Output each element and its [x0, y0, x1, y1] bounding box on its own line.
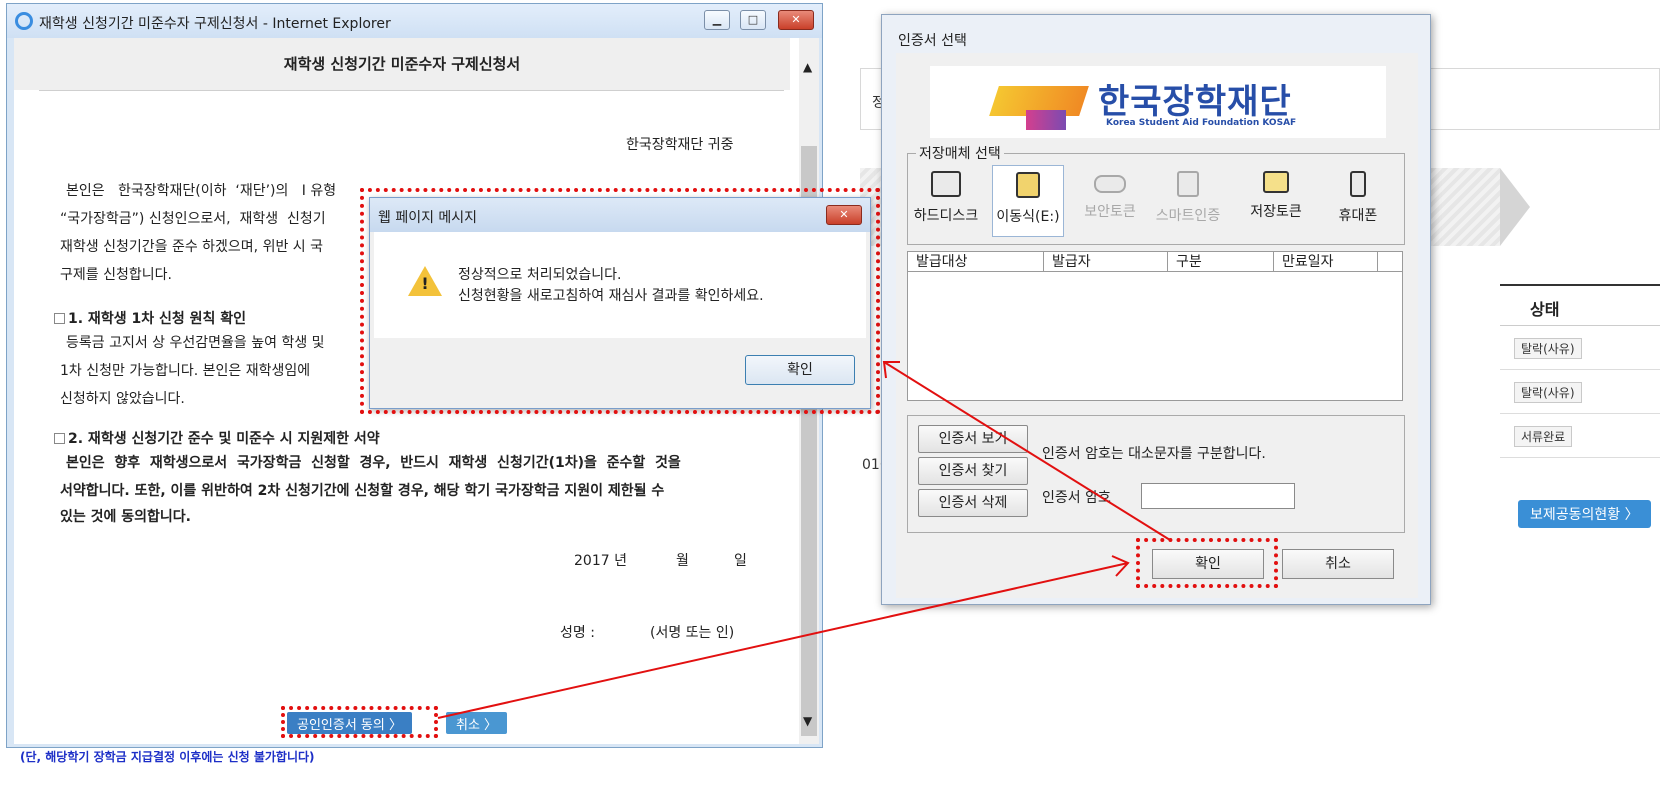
divider: [39, 90, 784, 91]
view-cert-button[interactable]: 인증서 보기: [918, 425, 1028, 453]
find-cert-button[interactable]: 인증서 찾기: [918, 457, 1028, 485]
page-title: 재학생 신청기간 미준수자 구제신청서: [14, 38, 790, 90]
dialog-inner: 한국장학재단 Korea Student Aid Foundation KOSA…: [896, 53, 1418, 598]
close-button[interactable]: ✕: [778, 10, 814, 30]
password-input[interactable]: [1141, 483, 1295, 509]
password-note: 인증서 암호는 대소문자를 구분합니다.: [1042, 446, 1266, 462]
scroll-up-icon[interactable]: ▲: [803, 60, 812, 74]
para1-line: 구제를 신청합니다.: [60, 267, 172, 283]
storage-token-icon: [1263, 171, 1289, 193]
minimize-button[interactable]: ▁: [704, 10, 730, 30]
cert-list[interactable]: 발급대상 발급자 구분 만료일자: [907, 251, 1403, 401]
logo-subtext: Korea Student Aid Foundation KOSAF: [1106, 118, 1297, 128]
para1-line: 본인은 한국장학재단(이하 ‘재단’)의 I 유형: [66, 183, 337, 199]
mobile-phone-icon: [1350, 171, 1366, 197]
maximize-button[interactable]: □: [740, 10, 766, 30]
checkbox-icon: [54, 433, 65, 444]
media-harddisk[interactable]: 하드디스크: [910, 165, 982, 237]
para1-line: “국가장학금”) 신청인으로서, 재학생 신청기: [60, 211, 326, 227]
dialog-title: 인증서 선택: [898, 33, 967, 49]
highlight-cert-agree: [281, 706, 438, 738]
date-year: 2017 년: [574, 553, 627, 569]
table-row: 서류완료: [1500, 414, 1660, 458]
security-token-icon: [1094, 175, 1126, 193]
cert-select-dialog: 인증서 선택 한국장학재단 Korea Student Aid Foundati…: [881, 14, 1431, 605]
section1-line: 1차 신청만 가능합니다. 본인은 재학생임에: [60, 363, 311, 379]
smart-auth-icon: [1177, 171, 1199, 197]
status-badge[interactable]: 탈락(사유): [1514, 382, 1582, 403]
kosaf-logo: 한국장학재단 Korea Student Aid Foundation KOSA…: [930, 66, 1386, 138]
scroll-down-icon[interactable]: ▼: [803, 714, 812, 728]
media-storage-token[interactable]: 저장토큰: [1240, 165, 1312, 237]
column-header[interactable]: 발급대상: [908, 252, 1044, 272]
chevron-arrow-icon: [1500, 168, 1530, 246]
delete-cert-button[interactable]: 인증서 삭제: [918, 489, 1028, 517]
logo-text: 한국장학재단: [1098, 82, 1292, 122]
checkbox-icon: [54, 313, 65, 324]
section2-line: 본인은 향후 재학생으로서 국가장학금 신청할 경우, 반드시 재학생 신청기간…: [66, 455, 681, 471]
consent-status-link[interactable]: 보제공동의현황 〉: [1518, 500, 1651, 528]
highlight-cert-ok: [1136, 538, 1278, 588]
cancel-button[interactable]: 취소 〉: [446, 712, 508, 734]
date-day: 일: [734, 553, 747, 569]
window-title: 재학생 신청기간 미준수자 구제신청서 - Internet Explorer: [39, 16, 391, 32]
column-header[interactable]: 만료일자: [1274, 252, 1378, 272]
harddisk-icon: [931, 171, 961, 197]
logo-mark-icon: [1026, 110, 1066, 130]
date-month: 월: [676, 553, 689, 569]
media-removable[interactable]: 이동식(E:): [992, 165, 1064, 237]
highlight-message-dialog: [360, 188, 880, 414]
media-mobile-phone[interactable]: 휴대폰: [1322, 165, 1394, 237]
footnote: (단, 해당학기 장학금 지급결정 이후에는 신청 불가합니다): [20, 750, 315, 764]
ie-titlebar: 재학생 신청기간 미준수자 구제신청서 - Internet Explorer …: [7, 4, 822, 38]
storage-legend: 저장매체 선택: [916, 143, 1004, 163]
usb-drive-icon: [1016, 172, 1040, 198]
ie-logo-icon: [15, 12, 33, 30]
status-badge[interactable]: 탈락(사유): [1514, 338, 1582, 359]
sign-label: 성명 :: [560, 625, 595, 641]
table-row: 탈락(사유): [1500, 370, 1660, 414]
section1-line: 등록금 고지서 상 우선감면율을 높여 학생 및: [66, 335, 325, 351]
media-smart-auth[interactable]: 스마트인증: [1152, 165, 1224, 237]
section2-line: 있는 것에 동의합니다.: [60, 509, 191, 525]
addressee: 한국장학재단 귀중: [626, 137, 734, 153]
section1-line: 신청하지 않았습니다.: [60, 391, 185, 407]
password-label: 인증서 암호: [1042, 490, 1111, 506]
status-badge: 서류완료: [1514, 426, 1573, 447]
status-column-header: 상태: [1500, 286, 1660, 326]
column-header[interactable]: 발급자: [1044, 252, 1168, 272]
cancel-button[interactable]: 취소: [1282, 549, 1394, 579]
list-header: 발급대상 발급자 구분 만료일자: [908, 252, 1402, 272]
sign-hint: (서명 또는 인): [650, 625, 735, 641]
media-security-token[interactable]: 보안토큰: [1074, 165, 1146, 237]
table-row: 탈락(사유): [1500, 326, 1660, 370]
column-header[interactable]: 구분: [1168, 252, 1274, 272]
para1-line: 재학생 신청기간을 준수 하겠으며, 위반 시 국: [60, 239, 323, 255]
